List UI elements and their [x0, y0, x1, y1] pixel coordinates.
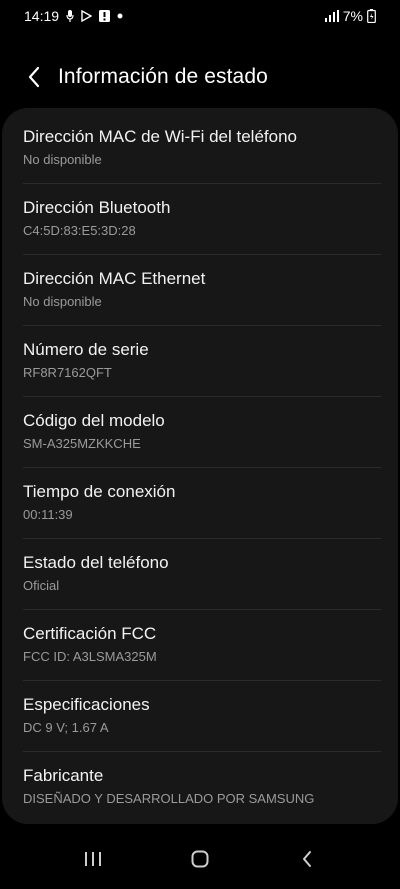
alert-icon — [99, 10, 111, 22]
list-item-title: Código del modelo — [23, 411, 165, 430]
chevron-left-icon — [28, 66, 40, 88]
list-item-value: Oficial — [23, 578, 60, 593]
list-item-title: Especificaciones — [23, 695, 150, 714]
recents-button[interactable] — [63, 835, 123, 883]
list-item-value: DISEÑADO Y DESARROLLADO POR SAMSUNG — [23, 791, 315, 806]
list-item-manufacturer: Fabricante DISEÑADO Y DESARROLLADO POR S… — [2, 747, 398, 818]
list-item-value: SM-A325MZKKCHE — [23, 436, 141, 451]
list-item-title: Número de serie — [23, 340, 149, 359]
signal-icon — [324, 10, 339, 22]
list-item-ethernet-mac: Dirección MAC Ethernet No disponible — [2, 250, 398, 321]
list-item-model-code: Código del modelo SM-A325MZKKCHE — [2, 392, 398, 463]
status-info-screen: 14:19 7% Información de estado Dirección… — [0, 0, 400, 889]
list-item-title: Fabricante — [23, 766, 104, 785]
list-item-value: No disponible — [23, 294, 102, 309]
navigation-bar — [0, 829, 400, 889]
list-item-serial-number: Número de serie RF8R7162QFT — [2, 321, 398, 392]
back-button[interactable] — [12, 55, 56, 99]
list-item-title: Dirección MAC Ethernet — [23, 269, 206, 288]
page-title: Información de estado — [58, 65, 268, 88]
list-item-uptime: Tiempo de conexión 00:11:39 — [2, 463, 398, 534]
list-item-value: DC 9 V; 1.67 A — [23, 720, 109, 735]
list-item-bluetooth-address: Dirección Bluetooth C4:5D:83:E5:3D:28 — [2, 179, 398, 250]
list-item-title: Dirección MAC de Wi-Fi del teléfono — [23, 127, 297, 146]
list-item-value: 00:11:39 — [23, 507, 73, 522]
nav-back-button[interactable] — [277, 835, 337, 883]
battery-charging-icon — [367, 9, 376, 23]
list-item-title: Estado del teléfono — [23, 553, 169, 572]
header: Información de estado — [0, 54, 400, 100]
home-button[interactable] — [170, 835, 230, 883]
status-bar: 14:19 7% — [0, 0, 400, 32]
list-item-phone-status: Estado del teléfono Oficial — [2, 534, 398, 605]
list-item-title: Dirección Bluetooth — [23, 198, 171, 217]
list-item-title: Tiempo de conexión — [23, 482, 176, 501]
battery-percent: 7% — [342, 8, 363, 24]
list-item-value: No disponible — [23, 152, 102, 167]
clock: 14:19 — [24, 8, 60, 24]
back-icon — [302, 851, 311, 867]
info-card: Dirección MAC de Wi-Fi del teléfono No d… — [2, 108, 398, 824]
list-item-specifications: Especificaciones DC 9 V; 1.67 A — [2, 676, 398, 747]
list-item-value: FCC ID: A3LSMA325M — [23, 649, 157, 664]
list-item-value: RF8R7162QFT — [23, 365, 112, 380]
list-item-value: C4:5D:83:E5:3D:28 — [23, 223, 136, 238]
recents-icon — [85, 852, 102, 866]
status-bar-right: 7% — [324, 8, 376, 24]
list-item-title: Certificación FCC — [23, 624, 157, 643]
mic-icon — [66, 10, 74, 22]
dot-icon — [117, 13, 123, 19]
status-bar-left: 14:19 — [24, 8, 123, 24]
home-icon — [191, 850, 209, 868]
list-item-fcc-certification: Certificación FCC FCC ID: A3LSMA325M — [2, 605, 398, 676]
play-store-icon — [81, 10, 93, 22]
list-item-wifi-mac: Dirección MAC de Wi-Fi del teléfono No d… — [2, 108, 398, 179]
